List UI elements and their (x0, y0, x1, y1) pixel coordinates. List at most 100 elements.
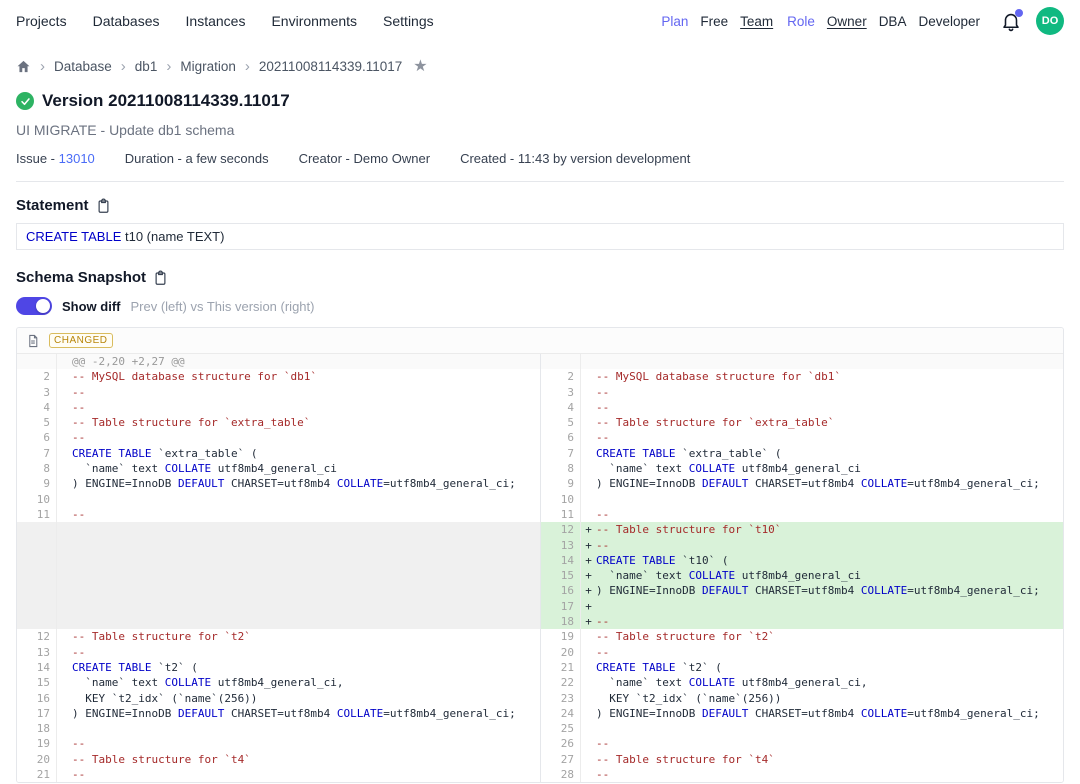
diff-prefix (581, 767, 596, 782)
diff-row: 9) ENGINE=InnoDB DEFAULT CHARSET=utf8mb4… (541, 476, 1063, 491)
diff-prefix (57, 354, 72, 369)
code-line (596, 354, 1063, 369)
diff-row: 4-- (17, 400, 540, 415)
role-label: Role (787, 14, 815, 29)
diff-prefix: + (581, 614, 596, 629)
code-line (596, 721, 1063, 736)
code-line (596, 599, 1063, 614)
code-token: -- Table structure for `t2` (72, 630, 251, 643)
breadcrumb-separator-icon: › (40, 59, 45, 74)
line-number: 13 (17, 645, 57, 660)
nav-item-instances[interactable]: Instances (186, 13, 246, 29)
diff-body: @@ -2,20 +2,27 @@2-- MySQL database stru… (17, 354, 1063, 782)
breadcrumb-item-database[interactable]: Database (54, 59, 112, 74)
code-line: -- (596, 385, 1063, 400)
code-token: ) ENGINE=InnoDB (596, 584, 702, 597)
diff-row: 18 (17, 721, 540, 736)
line-number: 16 (17, 691, 57, 706)
code-token: CREATE TABLE (72, 447, 151, 460)
code-line: KEY `t2_idx` (`name`(256)) (596, 691, 1063, 706)
section-divider (16, 181, 1064, 182)
breadcrumb: ›Database›db1›Migration›20211008114339.1… (0, 56, 1080, 76)
role-value-owner[interactable]: Owner (827, 14, 867, 29)
code-line: -- MySQL database structure for `db1` (72, 369, 540, 384)
copy-statement-icon[interactable] (96, 198, 111, 214)
copy-snapshot-icon[interactable] (153, 270, 168, 286)
breadcrumb-item-20211008114339.11017[interactable]: 20211008114339.11017 (259, 59, 402, 74)
diff-left-pane: @@ -2,20 +2,27 @@2-- MySQL database stru… (17, 354, 540, 782)
diff-prefix (57, 629, 72, 644)
code-token: -- MySQL database structure for `db1` (596, 370, 841, 383)
code-token: utf8mb4_general_ci, (735, 676, 867, 689)
diff-right-pane: 2-- MySQL database structure for `db1`3-… (540, 354, 1063, 782)
code-line: CREATE TABLE `t2` ( (72, 660, 540, 675)
hunk-header-row: @@ -2,20 +2,27 @@ (17, 354, 540, 369)
diff-row: 22 `name` text COLLATE utf8mb4_general_c… (541, 675, 1063, 690)
line-number: 6 (17, 430, 57, 445)
code-token: COLLATE (165, 462, 211, 475)
diff-hint-label: Prev (left) vs This version (right) (131, 299, 315, 314)
meta-item: Issue - 13010 (16, 151, 95, 166)
meta-text: Issue - (16, 151, 59, 166)
diff-row: 6 -- (541, 430, 1063, 445)
code-line: -- (596, 430, 1063, 445)
code-token: CHARSET=utf8mb4 (748, 707, 861, 720)
diff-prefix (57, 400, 72, 415)
avatar[interactable]: DO (1036, 7, 1064, 35)
plan-items: FreeTeam (700, 14, 773, 29)
diff-row: 3-- (17, 385, 540, 400)
diff-prefix: + (581, 538, 596, 553)
breadcrumb-item-db1[interactable]: db1 (135, 59, 158, 74)
diff-row: 10 (541, 492, 1063, 507)
line-number: 7 (541, 446, 581, 461)
diff-row: 4-- (541, 400, 1063, 415)
role-value-dba: DBA (879, 14, 907, 29)
code-token: CREATE TABLE (596, 661, 675, 674)
code-token: CHARSET=utf8mb4 (748, 584, 861, 597)
nav-item-databases[interactable]: Databases (93, 13, 160, 29)
home-icon[interactable] (16, 59, 31, 74)
code-line: -- MySQL database structure for `db1` (596, 369, 1063, 384)
snapshot-section-heading: Schema Snapshot (0, 269, 1080, 286)
code-token: ) ENGINE=InnoDB (72, 707, 178, 720)
code-token: `name` text (72, 676, 165, 689)
show-diff-toggle[interactable] (16, 297, 52, 315)
nav-item-projects[interactable]: Projects (16, 13, 67, 29)
code-token: `t2` ( (675, 661, 721, 674)
diff-prefix: + (581, 553, 596, 568)
changed-status-badge: CHANGED (49, 333, 113, 348)
code-token: CREATE TABLE (26, 229, 121, 244)
diff-row: 26-- (541, 736, 1063, 751)
diff-row: 16+) ENGINE=InnoDB DEFAULT CHARSET=utf8m… (541, 583, 1063, 598)
nav-item-environments[interactable]: Environments (271, 13, 357, 29)
code-line: -- (596, 645, 1063, 660)
issue-link[interactable]: 13010 (59, 151, 95, 166)
code-token: COLLATE (689, 462, 735, 475)
diff-header-bar: CHANGED (17, 328, 1063, 354)
diff-row: 9) ENGINE=InnoDB DEFAULT CHARSET=utf8mb4… (17, 476, 540, 491)
code-token: CREATE TABLE (596, 554, 675, 567)
role-value-developer: Developer (918, 14, 980, 29)
line-number: 19 (541, 629, 581, 644)
diff-prefix (57, 522, 72, 537)
line-number: 6 (541, 430, 581, 445)
code-token: =utf8mb4_general_ci; (383, 477, 515, 490)
nav-item-settings[interactable]: Settings (383, 13, 434, 29)
diff-row: 12+-- Table structure for `t10` (541, 522, 1063, 537)
line-number: 17 (17, 706, 57, 721)
star-icon[interactable]: ★ (413, 56, 427, 76)
notification-bell-button[interactable] (1000, 10, 1022, 32)
code-token: -- Table structure for `extra_table` (596, 416, 834, 429)
breadcrumb-item-migration[interactable]: Migration (180, 59, 236, 74)
diff-row: 7CREATE TABLE `extra_table` ( (541, 446, 1063, 461)
code-token: COLLATE (689, 676, 735, 689)
diff-prefix: + (581, 583, 596, 598)
code-token: -- Table structure for `t4` (72, 753, 251, 766)
code-token: COLLATE (689, 569, 735, 582)
code-token: utf8mb4_general_ci (735, 462, 861, 475)
diff-row: 19-- Table structure for `t2` (541, 629, 1063, 644)
plan-value-team[interactable]: Team (740, 14, 773, 29)
code-token: COLLATE (861, 477, 907, 490)
code-token: `name` text (596, 462, 689, 475)
line-number: 11 (541, 507, 581, 522)
